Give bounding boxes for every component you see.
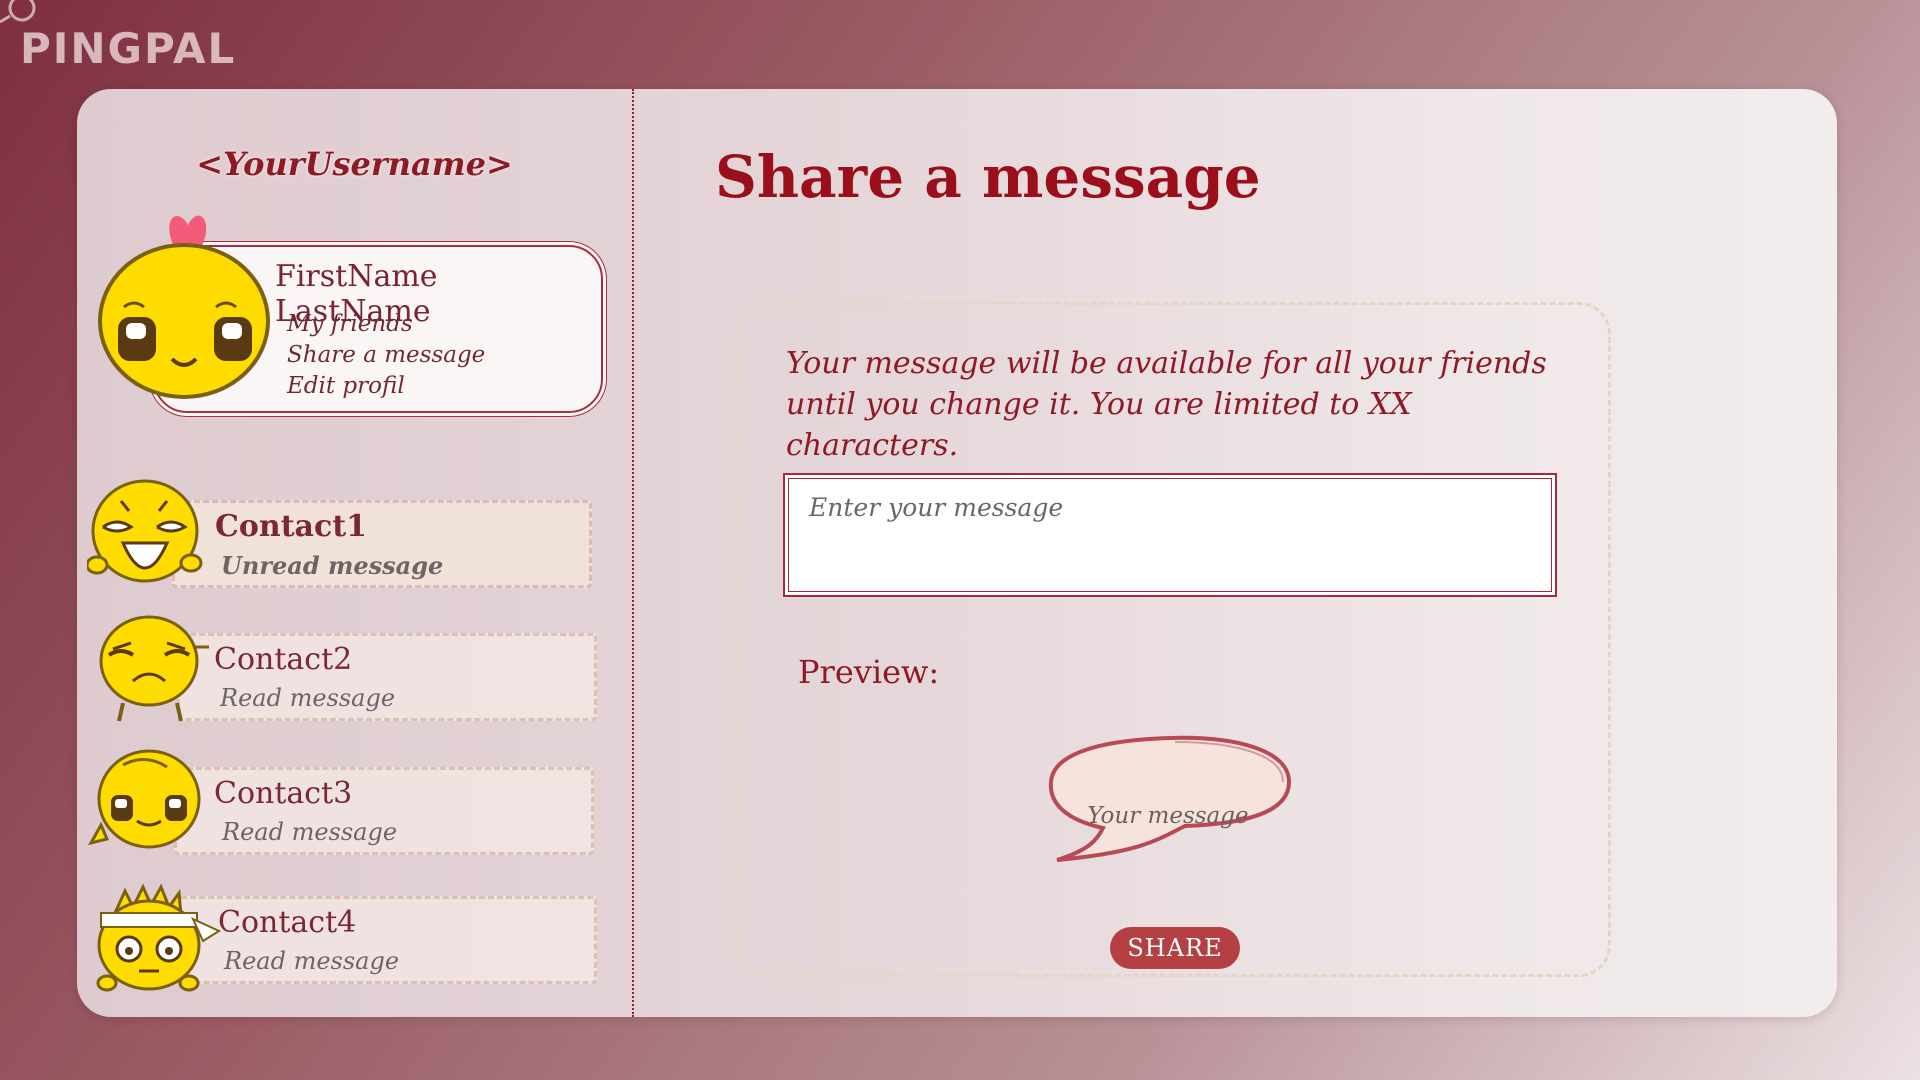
- contact-item-4[interactable]: Contact4 Read message: [177, 896, 597, 984]
- contact-1-avatar-icon: [87, 479, 203, 583]
- contact-status: Read message: [222, 818, 398, 846]
- contact-name: Contact3: [214, 776, 353, 811]
- share-message-box: Your message will be available for all y…: [735, 302, 1611, 977]
- contact-status: Read message: [220, 684, 396, 712]
- page-title: Share a message: [715, 143, 1261, 211]
- preview-bubble-text: Your message: [1087, 803, 1249, 829]
- contact-status: Unread message: [221, 551, 444, 580]
- contact-item-2[interactable]: Contact2 Read message: [177, 633, 597, 721]
- contact-name: Contact1: [215, 509, 367, 544]
- info-text-line-1: Your message will be available for all y…: [786, 346, 1547, 381]
- profile-menu: My friends Share a message Edit profil: [287, 309, 485, 402]
- contact-status: Read message: [224, 947, 400, 975]
- share-button[interactable]: SHARE: [1110, 927, 1240, 969]
- speech-bubble-icon: [1048, 735, 1292, 862]
- info-text: Your message will be available for all y…: [786, 343, 1586, 466]
- menu-item-my-friends[interactable]: My friends: [287, 309, 485, 340]
- preview-label: Preview:: [798, 653, 940, 691]
- menu-item-share-message[interactable]: Share a message: [287, 340, 485, 371]
- app-logo: PINGPAL: [0, 0, 240, 80]
- contact-item-1[interactable]: Contact1 Unread message: [172, 500, 592, 588]
- main-panel: <YourUsername> FirstName LastName My fri…: [77, 89, 1837, 1017]
- contact-item-3[interactable]: Contact3 Read message: [174, 767, 594, 855]
- contact-4-avatar-icon: [96, 883, 222, 992]
- contact-name: Contact2: [214, 642, 353, 677]
- contact-name: Contact4: [218, 905, 357, 940]
- profile-avatar-icon[interactable]: [96, 199, 282, 399]
- logo-text: PINGPAL: [20, 24, 237, 73]
- sidebar-divider: [632, 89, 634, 1017]
- contact-3-avatar-icon: [88, 749, 201, 849]
- menu-item-edit-profile[interactable]: Edit profil: [287, 371, 485, 402]
- contact-2-avatar-icon: [99, 615, 209, 722]
- message-input[interactable]: [783, 473, 1557, 597]
- info-text-line-2: until you change it. You are limited to …: [786, 387, 1412, 463]
- username: <YourUsername>: [196, 145, 513, 183]
